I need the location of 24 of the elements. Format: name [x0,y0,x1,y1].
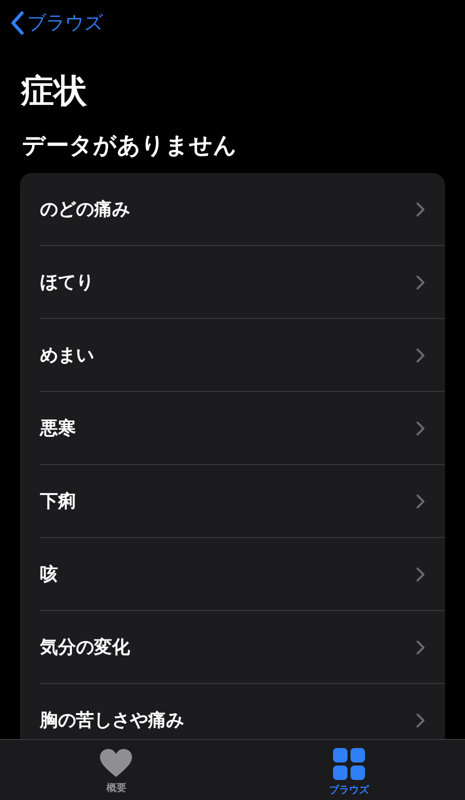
symptom-row[interactable]: ほてり [40,246,445,319]
symptom-row[interactable]: 胸の苦しさや痛み [40,684,445,739]
symptom-row[interactable]: 咳 [40,538,445,611]
symptom-row[interactable]: 気分の変化 [40,611,445,684]
chevron-icon [416,202,425,216]
grid-icon [332,748,365,780]
page-title: 症状 [21,71,88,111]
symptom-row[interactable]: 悪寒 [40,392,445,465]
chevron-icon [416,420,425,436]
symptom-row[interactable]: 下痢 [40,465,445,538]
chevron-icon [416,640,425,654]
back-button[interactable]: ブラウズ [10,10,103,36]
chevron-icon [416,274,425,290]
tab-bar-item[interactable]: ブラウズ [232,740,465,800]
heart-icon [99,748,134,778]
chevron-icon [416,494,425,508]
symptom-row[interactable]: めまい [40,319,445,392]
symptom-row[interactable]: のどの痛み [40,173,445,246]
section-header: データがありません [22,132,238,161]
chevron-icon [416,566,425,582]
chevron-icon [416,712,425,728]
tab-bar-item[interactable]: 概要 [0,740,232,800]
back-chevron-icon [10,11,24,35]
chevron-icon [416,348,425,362]
